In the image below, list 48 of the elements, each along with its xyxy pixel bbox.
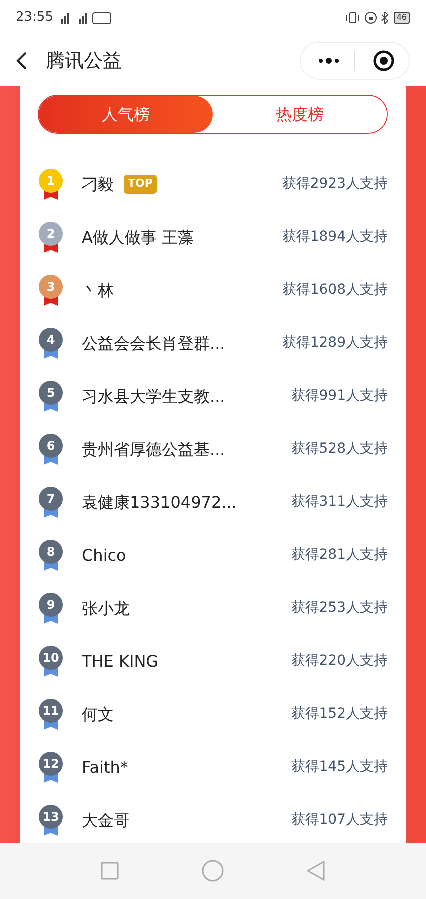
support-count: 获得107人支持 xyxy=(291,811,388,830)
support-count: 获得2923人支持 xyxy=(282,175,388,194)
donor-name: 公益会会长肖登群... xyxy=(82,332,226,354)
support-count: 获得281人支持 xyxy=(291,546,388,565)
donor-name: 丶林 xyxy=(82,280,114,302)
support-count: 获得220人支持 xyxy=(291,652,388,671)
support-count: 获得1289人支持 xyxy=(282,334,388,353)
donor-name: 张小龙 xyxy=(82,598,130,620)
support-count: 获得152人支持 xyxy=(291,705,388,724)
rank-number: 8 xyxy=(46,544,56,560)
donor-name: 贵州省厚德公益基... xyxy=(82,438,226,460)
support-count: 获得528人支持 xyxy=(291,440,388,459)
back-icon[interactable] xyxy=(16,52,28,70)
donor-name: 袁健康133104972... xyxy=(82,492,237,514)
rank-number: 1 xyxy=(46,172,56,190)
status-time: 23:55 xyxy=(16,9,54,28)
donor-name: 刁毅 xyxy=(82,174,114,196)
more-icon[interactable] xyxy=(318,58,340,64)
support-count: 获得991人支持 xyxy=(291,387,388,406)
donor-name: Faith* xyxy=(82,756,128,778)
rank-number: 3 xyxy=(46,278,56,296)
donor-name: 大金哥 xyxy=(82,810,130,832)
top-badge: TOP xyxy=(124,175,157,194)
support-count: 获得145人支持 xyxy=(291,758,388,777)
donor-name: Chico xyxy=(82,544,126,566)
rank-number: 10 xyxy=(42,650,60,666)
rank-number: 6 xyxy=(46,438,56,454)
rank-number: 7 xyxy=(46,490,56,508)
rank-number: 4 xyxy=(46,332,56,348)
rank-number: 9 xyxy=(46,596,56,614)
support-count: 获得253人支持 xyxy=(291,599,388,618)
support-count: 获得1608人支持 xyxy=(282,281,388,300)
rank-number: 13 xyxy=(42,808,60,826)
donor-name: 习水县大学生支教... xyxy=(82,386,226,408)
rank-number: 11 xyxy=(42,702,60,720)
rank-number: 5 xyxy=(46,384,56,402)
battery-icon: 46 xyxy=(394,12,410,24)
bluetooth-icon xyxy=(380,12,390,24)
support-count: 获得311人支持 xyxy=(291,493,388,512)
donor-name: THE KING xyxy=(82,650,159,672)
donor-name: 何文 xyxy=(82,704,114,726)
rank-number: 2 xyxy=(46,226,56,242)
page-title: 腾讯公益 xyxy=(46,48,122,74)
ranking-tab[interactable]: 人气榜 xyxy=(39,96,213,133)
support-count: 获得1894人支持 xyxy=(282,228,388,247)
rank-number: 12 xyxy=(42,756,60,772)
donor-name: A做人做事 王藻 xyxy=(82,226,194,248)
vibrate-icon xyxy=(344,12,361,24)
